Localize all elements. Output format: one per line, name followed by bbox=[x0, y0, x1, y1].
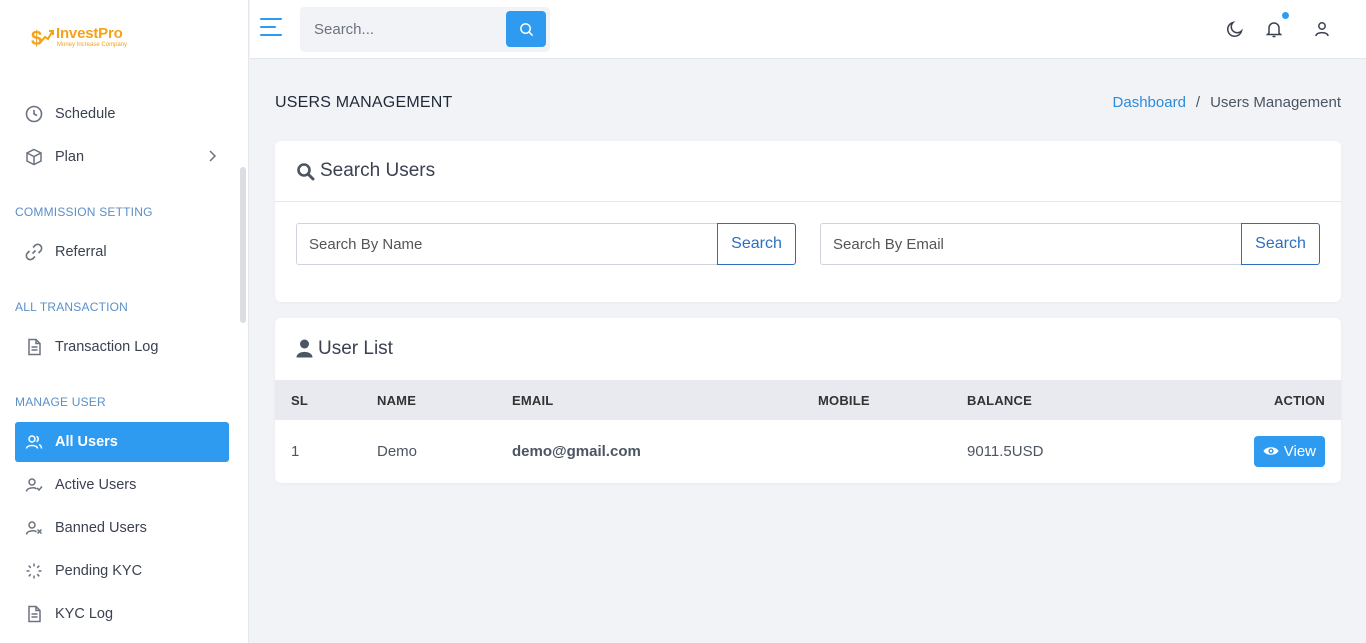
page-title: USERS MANAGEMENT bbox=[275, 94, 453, 111]
view-user-button[interactable]: View bbox=[1253, 435, 1325, 467]
search-users-title: Search Users bbox=[320, 160, 436, 181]
breadcrumb-current: Users Management bbox=[1210, 94, 1341, 111]
moon-icon bbox=[1227, 21, 1243, 37]
sidebar-item-kyc-log[interactable]: KYC Log bbox=[15, 594, 229, 634]
top-search-input[interactable] bbox=[300, 7, 506, 52]
cell-balance: 9011.5USD bbox=[967, 442, 1044, 460]
search-icon bbox=[296, 162, 315, 181]
top-search bbox=[300, 7, 550, 52]
user-icon bbox=[296, 339, 313, 358]
table-row: 1 Demo demo@gmail.com 9011.5USD View bbox=[275, 420, 1341, 482]
user-list-header: User List bbox=[275, 318, 1341, 379]
brand-logo[interactable]: $ InvestPro Money Increase Company bbox=[30, 24, 127, 50]
notification-dot bbox=[1282, 12, 1289, 19]
column-header-action: ACTION bbox=[1273, 392, 1325, 408]
sidebar-item-banned-users[interactable]: Banned Users bbox=[15, 508, 229, 548]
section-manage-user: MANAGE USER bbox=[15, 395, 106, 409]
breadcrumb-separator: / bbox=[1195, 94, 1201, 111]
user-list-card: User List SL NAME EMAIL MOBILE BALANCE A… bbox=[275, 318, 1341, 483]
breadcrumb: Dashboard / Users Management bbox=[1113, 94, 1341, 111]
sidebar-item-plan[interactable]: Plan bbox=[15, 137, 229, 177]
sidebar-item-schedule[interactable]: Schedule bbox=[15, 94, 229, 134]
sidebar-item-label: Schedule bbox=[55, 106, 116, 122]
sidebar-item-referral[interactable]: Referral bbox=[15, 232, 229, 272]
sidebar-item-label: Referral bbox=[55, 244, 107, 260]
notifications-button[interactable] bbox=[1264, 19, 1284, 39]
dollar-logo-icon: $ bbox=[30, 24, 54, 50]
cell-action: View bbox=[1197, 420, 1341, 482]
sidebar-item-label: Pending KYC bbox=[55, 563, 143, 579]
sidebar-item-label: KYC Log bbox=[55, 606, 114, 622]
link-icon bbox=[25, 243, 43, 261]
profile-button[interactable] bbox=[1312, 19, 1332, 39]
sidebar-item-transaction-log[interactable]: Transaction Log bbox=[15, 327, 229, 367]
sidebar-item-label: All Users bbox=[55, 434, 118, 450]
search-by-email-group: Search bbox=[820, 223, 1320, 265]
sidebar-item-all-users[interactable]: All Users bbox=[15, 422, 229, 462]
sidebar-item-label: Banned Users bbox=[55, 520, 147, 536]
cell-name: Demo bbox=[377, 442, 418, 460]
search-by-name-input[interactable] bbox=[296, 223, 717, 265]
cell-sl: 1 bbox=[291, 442, 300, 460]
user-icon bbox=[1315, 22, 1329, 37]
dark-mode-toggle[interactable] bbox=[1225, 19, 1245, 39]
user-check-icon bbox=[25, 476, 43, 494]
column-header-balance: BALANCE bbox=[967, 392, 1032, 408]
user-x-icon bbox=[25, 519, 43, 537]
sidebar-item-label: Transaction Log bbox=[55, 339, 159, 355]
search-icon bbox=[519, 22, 533, 36]
top-search-button[interactable] bbox=[506, 11, 546, 47]
search-users-card: Search Users Search Search bbox=[275, 141, 1341, 302]
search-by-name-button[interactable]: Search bbox=[717, 223, 796, 265]
user-list-title: User List bbox=[318, 337, 393, 359]
view-button-label: View bbox=[1283, 442, 1316, 460]
brand-name: InvestPro bbox=[56, 24, 123, 42]
search-by-email-button[interactable]: Search bbox=[1241, 223, 1320, 265]
document-icon bbox=[25, 605, 43, 623]
user-table: SL NAME EMAIL MOBILE BALANCE ACTION 1 De… bbox=[275, 380, 1341, 482]
menu-toggle-icon[interactable] bbox=[260, 18, 282, 38]
column-header-name: NAME bbox=[377, 392, 417, 408]
search-by-email-input[interactable] bbox=[820, 223, 1241, 265]
section-all-transaction: ALL TRANSACTION bbox=[15, 300, 129, 314]
sidebar-item-label: Plan bbox=[55, 149, 85, 165]
table-header-row: SL NAME EMAIL MOBILE BALANCE ACTION bbox=[275, 380, 1341, 420]
sidebar-item-label: Active Users bbox=[55, 477, 137, 493]
column-header-sl: SL bbox=[291, 392, 309, 408]
cell-email: demo@gmail.com bbox=[512, 442, 641, 460]
search-users-header: Search Users bbox=[275, 141, 1341, 202]
breadcrumb-dashboard-link[interactable]: Dashboard bbox=[1113, 94, 1186, 111]
clock-icon bbox=[25, 105, 43, 123]
sidebar-scrollbar[interactable] bbox=[240, 167, 246, 323]
cell-mobile bbox=[818, 420, 967, 482]
chevron-right-icon bbox=[207, 149, 217, 167]
section-commission-setting: COMMISSION SETTING bbox=[15, 205, 153, 219]
sidebar: $ InvestPro Money Increase Company Sched… bbox=[0, 0, 249, 643]
search-by-name-group: Search bbox=[296, 223, 796, 265]
loader-icon bbox=[25, 562, 43, 580]
brand-tagline: Money Increase Company bbox=[57, 41, 128, 48]
sidebar-item-active-users[interactable]: Active Users bbox=[15, 465, 229, 505]
document-icon bbox=[25, 338, 43, 356]
users-icon bbox=[25, 433, 43, 451]
box-icon bbox=[25, 148, 43, 166]
svg-text:$: $ bbox=[31, 28, 42, 50]
bell-icon bbox=[1265, 22, 1283, 38]
column-header-mobile: MOBILE bbox=[818, 392, 870, 408]
eye-icon bbox=[1263, 447, 1279, 455]
sidebar-item-pending-kyc[interactable]: Pending KYC bbox=[15, 551, 229, 591]
column-header-email: EMAIL bbox=[512, 392, 554, 408]
topbar bbox=[250, 0, 1366, 59]
